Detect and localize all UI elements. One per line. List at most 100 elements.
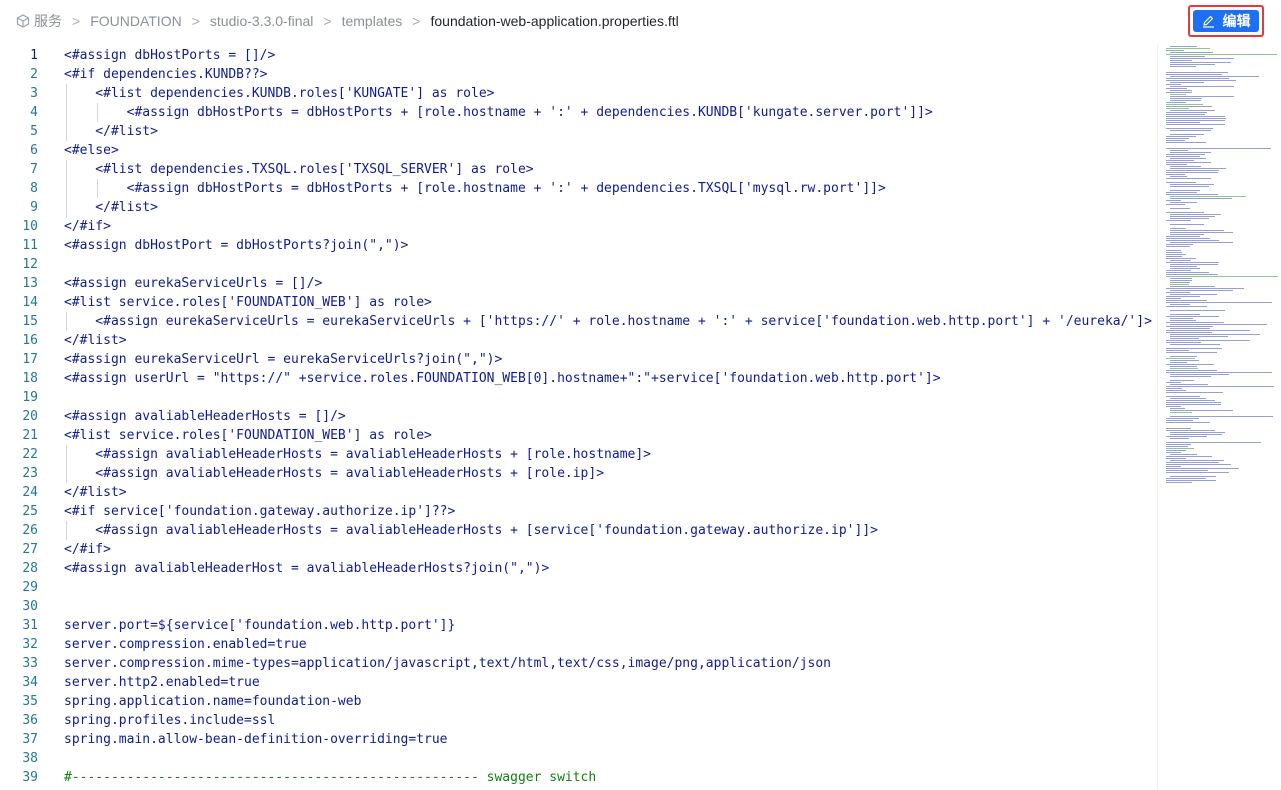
- code-line[interactable]: 25 <#if service['foundation.gateway.autho…: [0, 502, 1157, 521]
- code-line[interactable]: 3 <#list dependencies.KUNDB.roles['KUNGA…: [0, 84, 1157, 103]
- line-number: 37: [22, 732, 38, 747]
- minimap-line: [1170, 314, 1200, 315]
- code-line[interactable]: 21 <#list service.roles['FOUNDATION_WEB']…: [0, 426, 1157, 445]
- minimap-line: [1170, 198, 1232, 199]
- breadcrumb-separator: >: [191, 13, 200, 29]
- code-line[interactable]: 9 </#list>: [0, 198, 1157, 217]
- code-line[interactable]: 17 <#assign eurekaServiceUrl = eurekaServ…: [0, 350, 1157, 369]
- code-line[interactable]: 16 </#list>: [0, 331, 1157, 350]
- code-line[interactable]: 14 <#list service.roles['FOUNDATION_WEB']…: [0, 293, 1157, 312]
- code-line[interactable]: 36 spring.profiles.include=ssl: [0, 711, 1157, 730]
- code-text: </#if>: [64, 542, 111, 557]
- minimap-line: [1166, 458, 1186, 459]
- code-line[interactable]: 7 <#list dependencies.TXSQL.roles['TXSQL…: [0, 160, 1157, 179]
- minimap-line: [1166, 330, 1250, 331]
- minimap-line: [1170, 98, 1202, 99]
- code-line[interactable]: 24 </#list>: [0, 483, 1157, 502]
- code-line[interactable]: 23 <#assign avaliableHeaderHosts = avali…: [0, 464, 1157, 483]
- code-line[interactable]: 34 server.http2.enabled=true: [0, 673, 1157, 692]
- code-line[interactable]: 5 </#list>: [0, 122, 1157, 141]
- code-line[interactable]: 1 <#assign dbHostPorts = []/>: [0, 46, 1157, 65]
- code-line[interactable]: 39 #-------------------------------------…: [0, 768, 1157, 787]
- code-line[interactable]: 15 <#assign eurekaServiceUrls = eurekaSe…: [0, 312, 1157, 331]
- minimap-line: [1166, 194, 1218, 195]
- minimap-line: [1170, 214, 1221, 215]
- breadcrumb-item-version[interactable]: studio-3.3.0-final: [210, 13, 314, 29]
- code-line[interactable]: 19: [0, 388, 1157, 407]
- minimap-line: [1166, 108, 1189, 109]
- minimap-line: [1170, 52, 1213, 53]
- minimap-line: [1170, 476, 1216, 477]
- code-line[interactable]: 8 <#assign dbHostPorts = dbHostPorts + […: [0, 179, 1157, 198]
- line-number: 9: [30, 200, 38, 215]
- code-line[interactable]: 18 <#assign userUrl = "https://" +service…: [0, 369, 1157, 388]
- breadcrumb-item-foundation[interactable]: FOUNDATION: [90, 13, 182, 29]
- code-line[interactable]: 13 <#assign eurekaServiceUrls = []/>: [0, 274, 1157, 293]
- breadcrumb-item-services[interactable]: 服务: [34, 11, 62, 31]
- minimap-line: [1166, 452, 1181, 453]
- code-line[interactable]: 22 <#assign avaliableHeaderHosts = avali…: [0, 445, 1157, 464]
- minimap-line: [1170, 110, 1215, 111]
- code-line[interactable]: 6 <#else>: [0, 141, 1157, 160]
- edit-button[interactable]: 编辑: [1193, 10, 1259, 32]
- line-number: 19: [22, 390, 38, 405]
- line-number: 16: [22, 333, 38, 348]
- minimap-line: [1166, 462, 1219, 463]
- code-line[interactable]: 2 <#if dependencies.KUNDB??>: [0, 65, 1157, 84]
- editor-minimap[interactable]: [1157, 44, 1281, 790]
- code-line[interactable]: 4 <#assign dbHostPorts = dbHostPorts + […: [0, 103, 1157, 122]
- code-line[interactable]: 11 <#assign dbHostPort = dbHostPorts?join…: [0, 236, 1157, 255]
- code-line[interactable]: 27 </#if>: [0, 540, 1157, 559]
- code-line[interactable]: 12: [0, 255, 1157, 274]
- line-number: 30: [22, 599, 38, 614]
- code-line[interactable]: 30: [0, 597, 1157, 616]
- minimap-line: [1166, 54, 1277, 55]
- minimap-line: [1166, 464, 1231, 465]
- code-line[interactable]: 20 <#assign avaliableHeaderHosts = []/>: [0, 407, 1157, 426]
- minimap-line: [1166, 250, 1181, 251]
- code-line[interactable]: 28 <#assign avaliableHeaderHost = avaliab…: [0, 559, 1157, 578]
- code-line[interactable]: 33 server.compression.mime-types=applicat…: [0, 654, 1157, 673]
- indent-guide: [66, 84, 67, 103]
- code-line[interactable]: 38: [0, 749, 1157, 768]
- minimap-line: [1166, 182, 1196, 183]
- code-text: <#assign avaliableHeaderHosts = avaliabl…: [64, 523, 878, 538]
- code-line[interactable]: 35 spring.application.name=foundation-web: [0, 692, 1157, 711]
- minimap-line: [1170, 176, 1187, 177]
- minimap-line: [1170, 460, 1224, 461]
- minimap-line: [1170, 216, 1215, 217]
- code-text: <#assign eurekaServiceUrls = []/>: [64, 276, 323, 291]
- line-number: 39: [22, 770, 38, 785]
- minimap-line: [1170, 410, 1233, 411]
- minimap-line: [1170, 224, 1204, 225]
- minimap-line: [1166, 192, 1197, 193]
- line-number: 32: [22, 637, 38, 652]
- code-text: <#else>: [64, 143, 119, 158]
- code-editor[interactable]: 1 <#assign dbHostPorts = []/> 2 <#if depend…: [0, 44, 1157, 790]
- minimap-line: [1170, 202, 1197, 203]
- minimap-line: [1166, 156, 1200, 157]
- minimap-line: [1166, 418, 1199, 419]
- code-line[interactable]: 29: [0, 578, 1157, 597]
- breadcrumb-current-file: foundation-web-application.properties.ft…: [430, 13, 679, 29]
- minimap-line: [1170, 86, 1234, 87]
- line-number: 34: [22, 675, 38, 690]
- minimap-line: [1166, 172, 1218, 173]
- code-line[interactable]: 31 server.port=${service['foundation.web.…: [0, 616, 1157, 635]
- breadcrumb-item-templates[interactable]: templates: [342, 13, 403, 29]
- minimap-line: [1170, 356, 1197, 357]
- code-line[interactable]: 10 </#if>: [0, 217, 1157, 236]
- minimap-line: [1166, 482, 1192, 483]
- minimap-line: [1166, 122, 1200, 123]
- minimap-line: [1166, 392, 1223, 393]
- line-number: 18: [22, 371, 38, 386]
- minimap-line: [1166, 112, 1207, 113]
- code-line[interactable]: 32 server.compression.enabled=true: [0, 635, 1157, 654]
- minimap-line: [1170, 268, 1200, 269]
- code-line[interactable]: 26 <#assign avaliableHeaderHosts = avali…: [0, 521, 1157, 540]
- code-line[interactable]: 37 spring.main.allow-bean-definition-over…: [0, 730, 1157, 749]
- minimap-line: [1170, 408, 1185, 409]
- line-number: 29: [22, 580, 38, 595]
- minimap-line: [1166, 396, 1200, 397]
- line-number: 20: [22, 409, 38, 424]
